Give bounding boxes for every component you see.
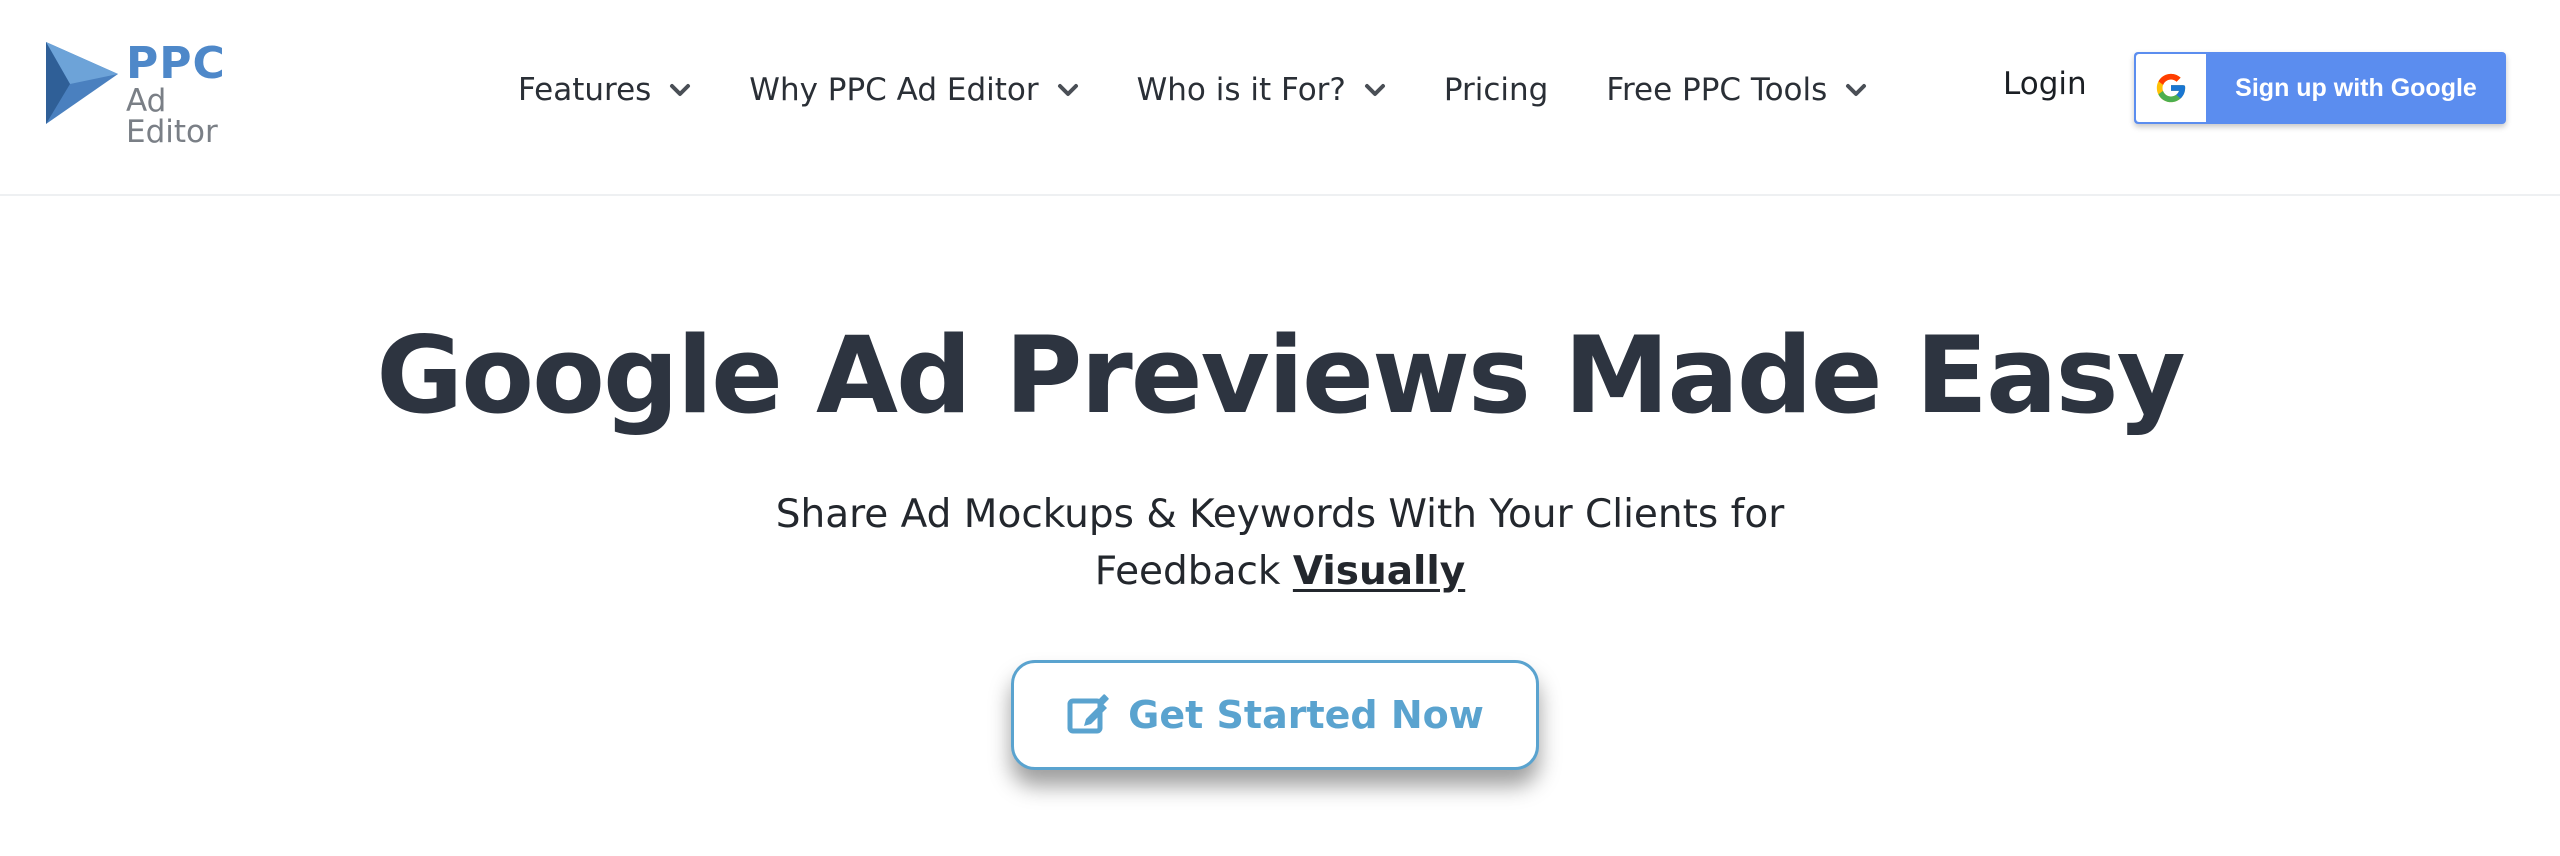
get-started-button[interactable]: Get Started Now [1011, 660, 1539, 770]
chevron-down-icon [670, 84, 691, 96]
google-signup-button[interactable]: Sign up with Google [2134, 52, 2506, 124]
google-signup-label: Sign up with Google [2235, 73, 2477, 102]
chevron-down-icon [1364, 84, 1385, 96]
get-started-label: Get Started Now [1128, 693, 1484, 737]
google-g-icon [2156, 73, 2186, 103]
nav-item-free-ppc-tools[interactable]: Free PPC Tools [1606, 72, 1867, 108]
nav-item-who-is-it-for[interactable]: Who is it For? [1137, 72, 1386, 108]
nav-item-label: Free PPC Tools [1606, 72, 1828, 108]
logo-secondary-text: Ad Editor [126, 83, 218, 150]
edit-pencil-icon [1067, 694, 1109, 734]
chevron-down-icon [1057, 84, 1078, 96]
google-icon-box [2136, 54, 2206, 122]
hero-subtitle-line2-prefix: Feedback [1094, 549, 1293, 594]
nav-item-why-ppc-ad-editor[interactable]: Why PPC Ad Editor [749, 72, 1078, 108]
chevron-down-icon [1846, 84, 1867, 96]
ppc-triangle-logo-icon [46, 42, 118, 124]
nav-item-pricing[interactable]: Pricing [1444, 72, 1549, 108]
nav-item-label: Why PPC Ad Editor [749, 72, 1039, 108]
logo-primary-text: PPC [126, 38, 226, 89]
site-logo[interactable]: PPC Ad Editor [44, 40, 225, 148]
hero-subtitle-emphasis: Visually [1292, 549, 1466, 594]
login-link[interactable]: Login [2003, 66, 2087, 102]
hero-subtitle-line1: Share Ad Mockups & Keywords With Your Cl… [775, 492, 1785, 537]
site-header: PPC Ad Editor Features Why PPC Ad Editor… [0, 0, 2560, 196]
page-title: Google Ad Previews Made Easy [376, 314, 2185, 437]
main-nav: Features Why PPC Ad Editor Who is it For… [518, 64, 1925, 116]
nav-item-label: Who is it For? [1136, 72, 1346, 108]
nav-item-label: Pricing [1443, 72, 1549, 108]
nav-item-features[interactable]: Features [518, 72, 691, 108]
hero-subtitle: Share Ad Mockups & Keywords With Your Cl… [700, 486, 1860, 600]
nav-item-label: Features [518, 72, 652, 108]
